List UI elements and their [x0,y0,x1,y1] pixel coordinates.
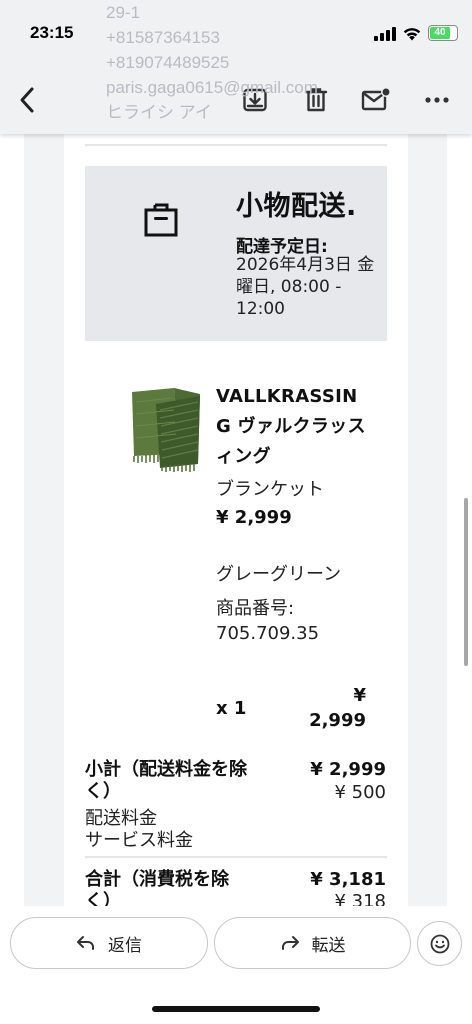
battery-icon: 40 [428,25,458,41]
wifi-icon [403,28,421,41]
more-horizontal-icon [425,97,449,103]
subtotal-value: ¥ 2,999 [310,759,386,780]
mail-toolbar [0,66,472,134]
back-button[interactable] [8,80,48,120]
bottom-action-bar: 返信 転送 [0,906,472,1024]
chevron-left-icon [20,87,34,113]
service-fee-label: サービス料金 [85,830,193,851]
total-value: ¥ 3,181 [310,869,386,890]
status-bar: 23:15 40 [0,0,472,66]
archive-button[interactable] [235,80,275,120]
shipping-fee-value: ¥ 500 [334,782,386,803]
battery-level: 40 [430,27,450,39]
forward-arrow-icon [281,936,299,950]
product-quantity: x 1 [216,698,247,719]
trash-icon [304,88,328,112]
cellular-signal-icon [374,27,398,41]
home-indicator[interactable] [152,1006,320,1012]
archive-download-icon [243,88,267,112]
status-time: 23:15 [30,23,74,42]
product-line-total: ¥ 2,999 [309,685,366,731]
product-type: ブランケット [216,479,324,500]
product-color: グレーグリーン [216,564,342,585]
mark-unread-button[interactable] [356,80,396,120]
mail-unread-icon [361,87,391,111]
smiley-icon [430,934,449,953]
reply-button[interactable]: 返信 [10,917,208,969]
forward-label: 転送 [311,935,346,956]
product-number: 705.709.35 [216,623,320,644]
box-icon [144,203,178,237]
more-options-button[interactable] [417,80,457,120]
forward-button[interactable]: 転送 [214,917,411,969]
subtotal-label: 小計（配送料金を除く） [85,759,247,802]
delivery-info-box: 小物配送. 配達予定日: 2026年4月3日 金曜日, 08:00 - 12:0… [85,166,387,341]
delivery-type-title: 小物配送. [236,191,357,222]
product-name[interactable]: VALLKRASSING ヴァルクラッスィング [216,382,366,472]
product-price: ¥ 2,999 [216,507,292,528]
delete-button[interactable] [296,80,336,120]
divider [85,856,387,858]
emoji-reaction-button[interactable] [417,921,462,966]
reply-arrow-icon [77,936,94,950]
product-number-label: 商品番号: [216,598,295,619]
reply-label: 返信 [108,935,142,956]
product-image[interactable] [126,384,206,474]
email-body[interactable]: 小物配送. 配達予定日: 2026年4月3日 金曜日, 08:00 - 12:0… [0,134,472,906]
delivery-date-value: 2026年4月3日 金曜日, 08:00 - 12:00 [236,255,375,319]
tax-value: ¥ 318 [334,891,386,906]
total-label: 合計（消費税を除く） [85,869,229,906]
divider [85,144,387,146]
vertical-scrollbar[interactable] [464,498,468,666]
